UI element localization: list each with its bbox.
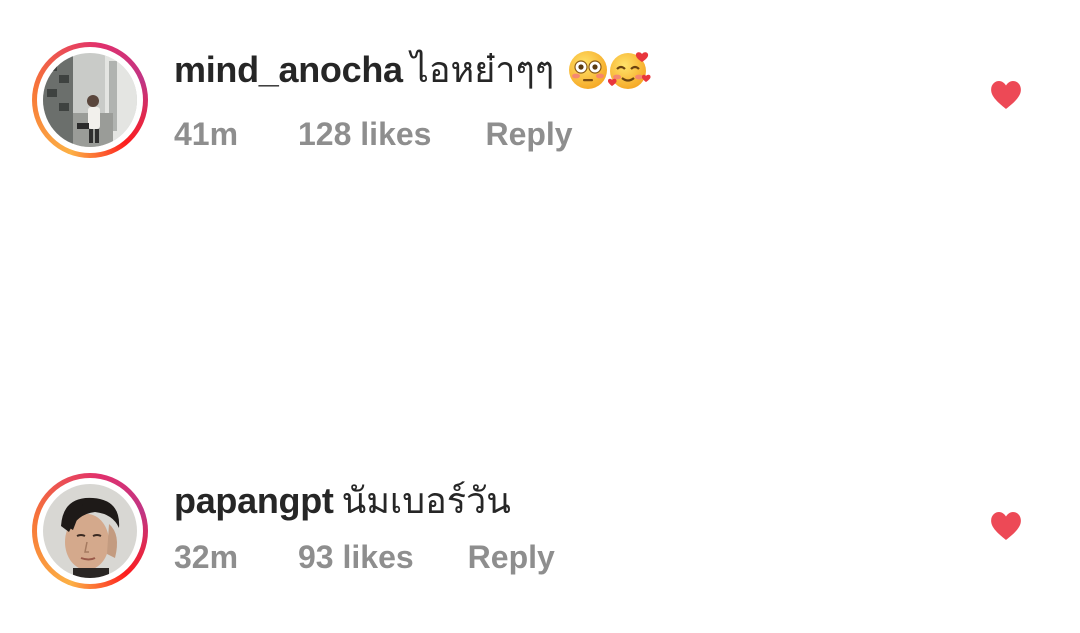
like-heart-icon[interactable] xyxy=(990,511,1022,541)
timestamp: 41m xyxy=(174,116,239,152)
smiling-face-with-hearts-emoji xyxy=(608,50,652,100)
comment-item: papangpt นัมเบอร์วัน 32m 93 likes Reply xyxy=(0,465,1080,615)
comment-item: mind_anocha ไอหย๋าๆๆ 41m 128 likes Reply xyxy=(0,34,1080,184)
comment-body: papangpt นัมเบอร์วัน 32m 93 likes Reply xyxy=(174,479,555,577)
avatar-border xyxy=(37,478,143,584)
comment-meta: 41m 128 likes Reply xyxy=(174,114,652,154)
flushed-face-emoji xyxy=(568,50,608,100)
story-ring[interactable] xyxy=(32,473,148,589)
reply-button[interactable]: Reply xyxy=(485,114,572,154)
story-ring[interactable] xyxy=(32,42,148,158)
likes-count[interactable]: 128 likes xyxy=(298,114,431,154)
username-link[interactable]: mind_anocha xyxy=(174,49,403,90)
comment-text: ไอหย๋าๆๆ xyxy=(410,49,555,90)
avatar[interactable] xyxy=(43,484,137,578)
comment-body: mind_anocha ไอหย๋าๆๆ 41m 128 likes Reply xyxy=(174,48,652,154)
username-link[interactable]: papangpt xyxy=(174,480,334,521)
likes-count[interactable]: 93 likes xyxy=(298,537,414,577)
comment-text: นัมเบอร์วัน xyxy=(341,480,511,521)
reply-button[interactable]: Reply xyxy=(468,537,555,577)
comment-line: mind_anocha ไอหย๋าๆๆ xyxy=(174,48,652,100)
like-heart-icon[interactable] xyxy=(990,80,1022,110)
avatar-border xyxy=(37,47,143,153)
comment-meta: 32m 93 likes Reply xyxy=(174,537,555,577)
comment-line: papangpt นัมเบอร์วัน xyxy=(174,479,555,523)
timestamp: 32m xyxy=(174,539,239,575)
avatar[interactable] xyxy=(43,53,137,147)
